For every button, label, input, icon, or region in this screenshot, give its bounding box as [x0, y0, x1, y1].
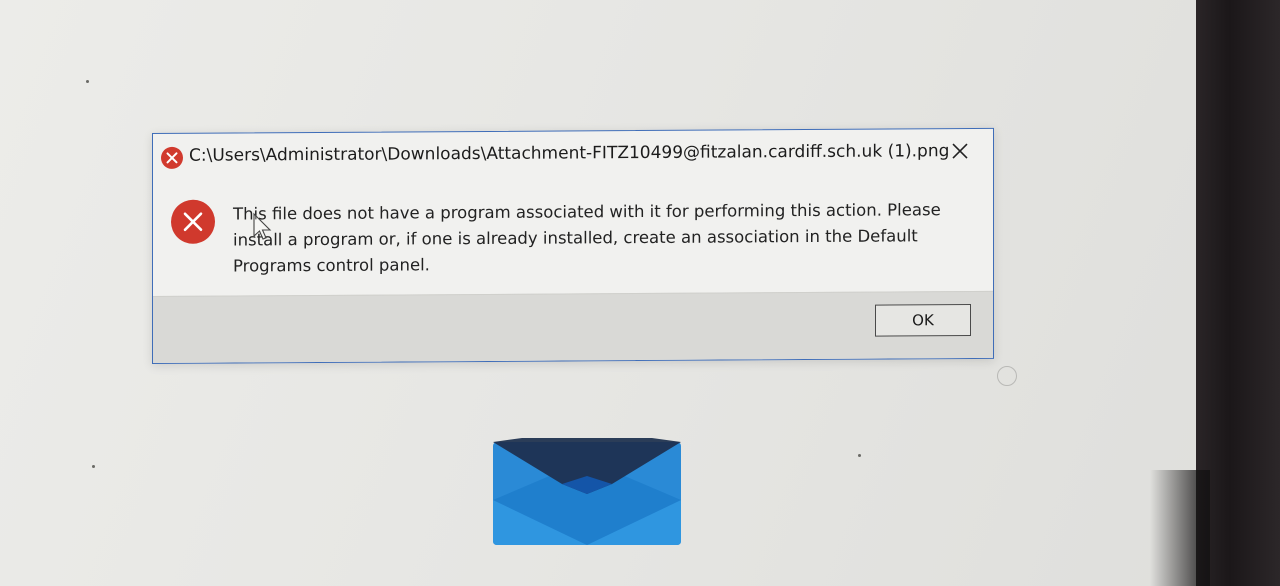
error-icon	[171, 199, 215, 244]
error-dialog: C:\Users\Administrator\Downloads\Attachm…	[152, 127, 994, 365]
ok-button[interactable]: OK	[875, 303, 971, 337]
screen-speck	[86, 80, 89, 83]
error-message: This file does not have a program associ…	[233, 200, 941, 276]
error-icon	[161, 146, 183, 169]
screen-speck	[858, 454, 861, 457]
loading-ring	[997, 366, 1017, 386]
mouse-pointer-icon	[253, 212, 272, 240]
dialog-footer: OK	[153, 290, 993, 363]
close-icon	[952, 143, 968, 159]
dialog-titlebar: C:\Users\Administrator\Downloads\Attachm…	[153, 129, 993, 178]
dialog-title: C:\Users\Administrator\Downloads\Attachm…	[189, 141, 950, 166]
close-button[interactable]	[945, 137, 975, 165]
monitor-bezel-shadow	[1150, 470, 1210, 586]
screen-speck	[92, 465, 95, 468]
mail-envelope-icon	[493, 438, 681, 545]
